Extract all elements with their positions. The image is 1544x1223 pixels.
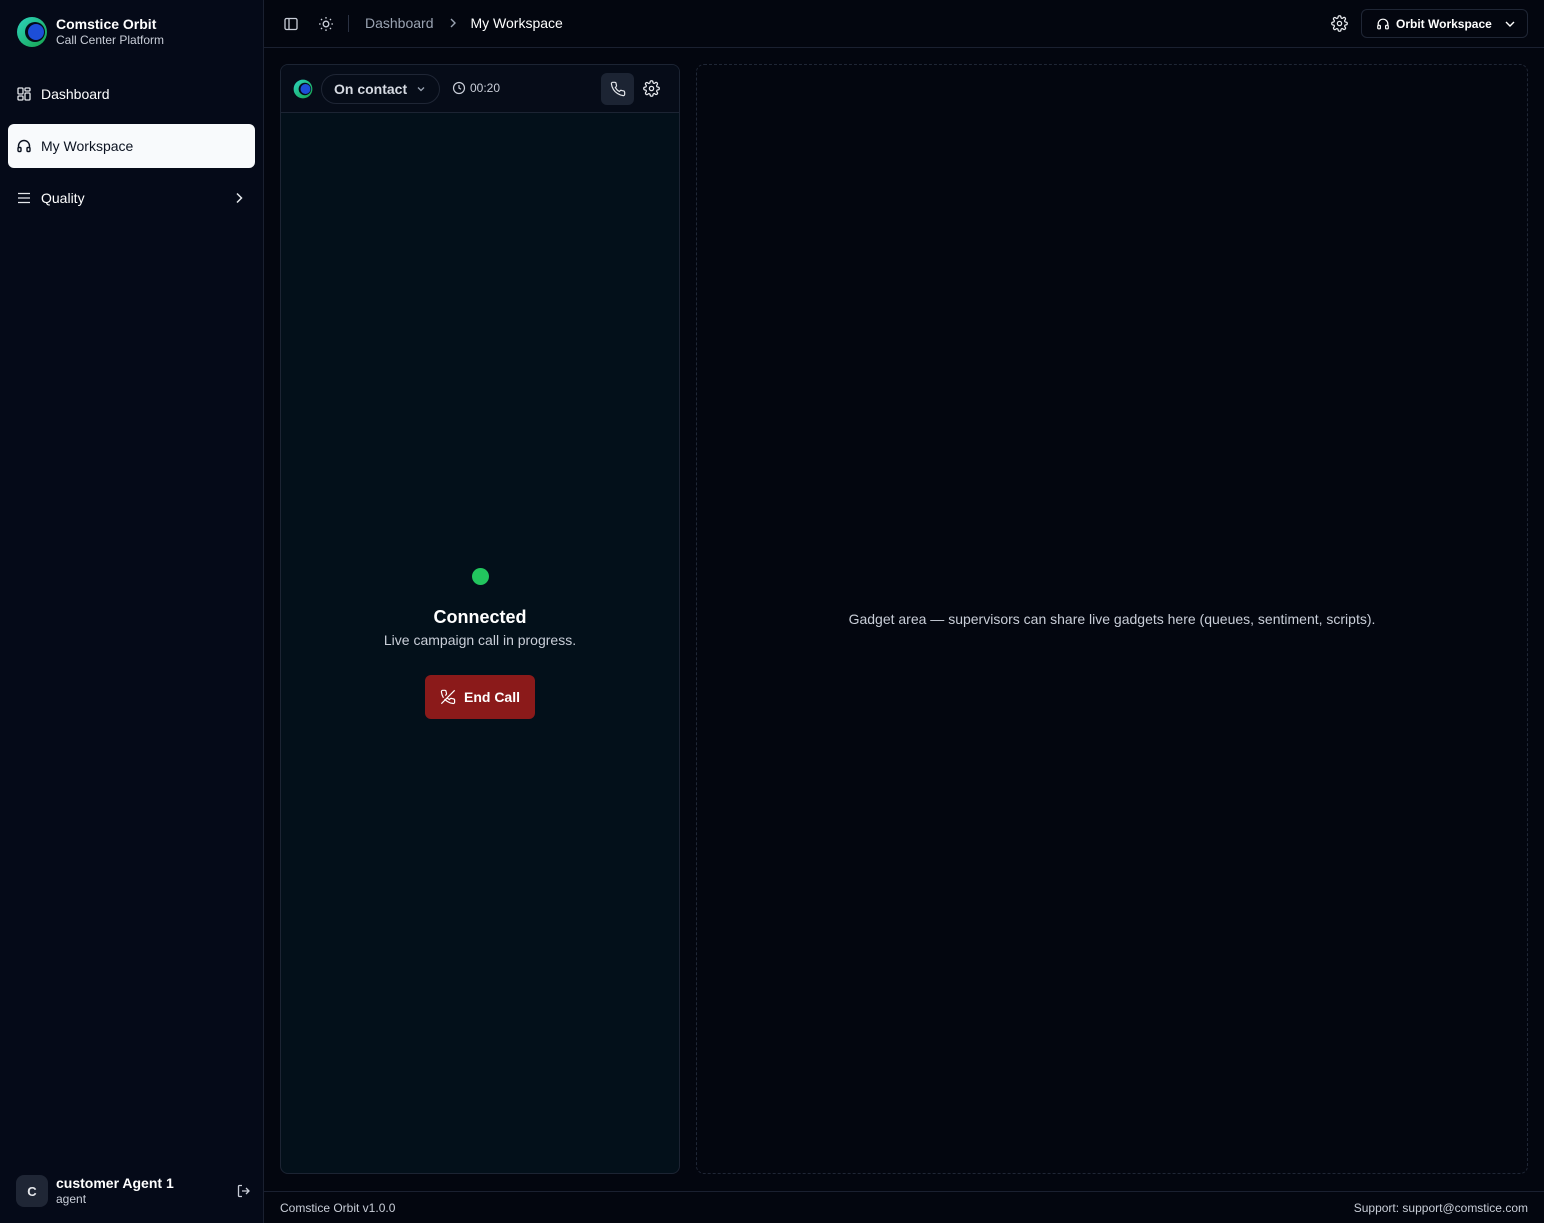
brand[interactable]: Comstice Orbit Call Center Platform <box>16 16 164 48</box>
sidebar-nav: Dashboard My Workspace Quality <box>8 72 255 228</box>
workspace-selector-label: Orbit Workspace <box>1396 16 1492 31</box>
sidebar-item-label: Dashboard <box>41 86 110 102</box>
sidebar-item-label: Quality <box>41 190 85 206</box>
orbit-logo-icon <box>293 79 313 99</box>
dashboard-grid-icon <box>17 87 31 101</box>
end-call-label: End Call <box>463 689 520 705</box>
breadcrumb: Dashboard My Workspace <box>365 15 563 31</box>
user-profile: C customer Agent 1 agent <box>16 1174 252 1208</box>
end-call-button[interactable]: End Call <box>425 675 535 719</box>
sidebar-item-dashboard[interactable]: Dashboard <box>8 72 255 116</box>
call-panel: On contact 00:20 Connected Live campaign… <box>280 64 680 1174</box>
user-name: customer Agent 1 <box>56 1175 174 1191</box>
app-root: Comstice Orbit Call Center Platform Dash… <box>0 0 1544 1223</box>
headset-icon <box>1377 18 1389 29</box>
agent-status-label: On contact <box>334 81 408 97</box>
gadget-area-message: Gadget area — supervisors can share live… <box>848 611 1376 627</box>
chevron-right-icon <box>450 18 456 28</box>
orbit-logo-icon <box>17 17 47 47</box>
brand-subtitle: Call Center Platform <box>56 33 165 47</box>
breadcrumb-current: My Workspace <box>470 15 563 31</box>
chevron-down-icon <box>1505 21 1515 27</box>
sidebar: Comstice Orbit Call Center Platform Dash… <box>0 0 264 1223</box>
agent-status-dropdown[interactable]: On contact <box>321 74 440 104</box>
call-settings-gear-icon[interactable] <box>643 80 660 97</box>
footer: Comstice Orbit v1.0.0 Support: support@c… <box>264 1191 1544 1223</box>
avatar[interactable]: C <box>16 1175 48 1207</box>
theme-toggle-sun-icon[interactable] <box>318 16 334 32</box>
workspace-selector-button[interactable]: Orbit Workspace <box>1361 9 1528 38</box>
top-bar: Dashboard My Workspace Orbit Workspace <box>264 0 1544 48</box>
gadget-area: Gadget area — supervisors can share live… <box>696 64 1528 1174</box>
breadcrumb-dashboard[interactable]: Dashboard <box>365 15 434 31</box>
logout-icon[interactable] <box>236 1183 252 1199</box>
footer-support[interactable]: Support: support@comstice.com <box>1354 1201 1528 1215</box>
call-timer: 00:20 <box>452 81 500 95</box>
call-timer-value: 00:20 <box>470 81 501 95</box>
call-state-title: Connected <box>433 607 527 627</box>
phone-tab-button[interactable] <box>601 73 634 105</box>
clock-icon <box>452 81 466 95</box>
sidebar-item-quality[interactable]: Quality <box>8 176 255 220</box>
phone-icon <box>610 81 625 97</box>
settings-gear-icon[interactable] <box>1331 15 1348 32</box>
chevron-right-icon <box>236 192 243 204</box>
sidebar-item-label: My Workspace <box>41 138 134 154</box>
user-role: agent <box>56 1192 87 1206</box>
call-state: Connected Live campaign call in progress… <box>281 568 679 719</box>
connected-status-dot <box>471 568 489 585</box>
headset-icon <box>17 139 31 153</box>
phone-off-icon <box>440 689 456 705</box>
call-panel-header: On contact 00:20 <box>281 65 679 113</box>
sidebar-toggle-icon[interactable] <box>283 16 299 32</box>
brand-title: Comstice Orbit <box>56 16 157 32</box>
toolbar-divider <box>348 15 349 32</box>
footer-version: Comstice Orbit v1.0.0 <box>280 1200 396 1215</box>
menu-lines-icon <box>18 192 30 204</box>
chevron-down-icon <box>417 87 425 92</box>
sidebar-item-my-workspace[interactable]: My Workspace <box>8 124 255 168</box>
call-state-subtitle: Live campaign call in progress. <box>383 632 577 648</box>
